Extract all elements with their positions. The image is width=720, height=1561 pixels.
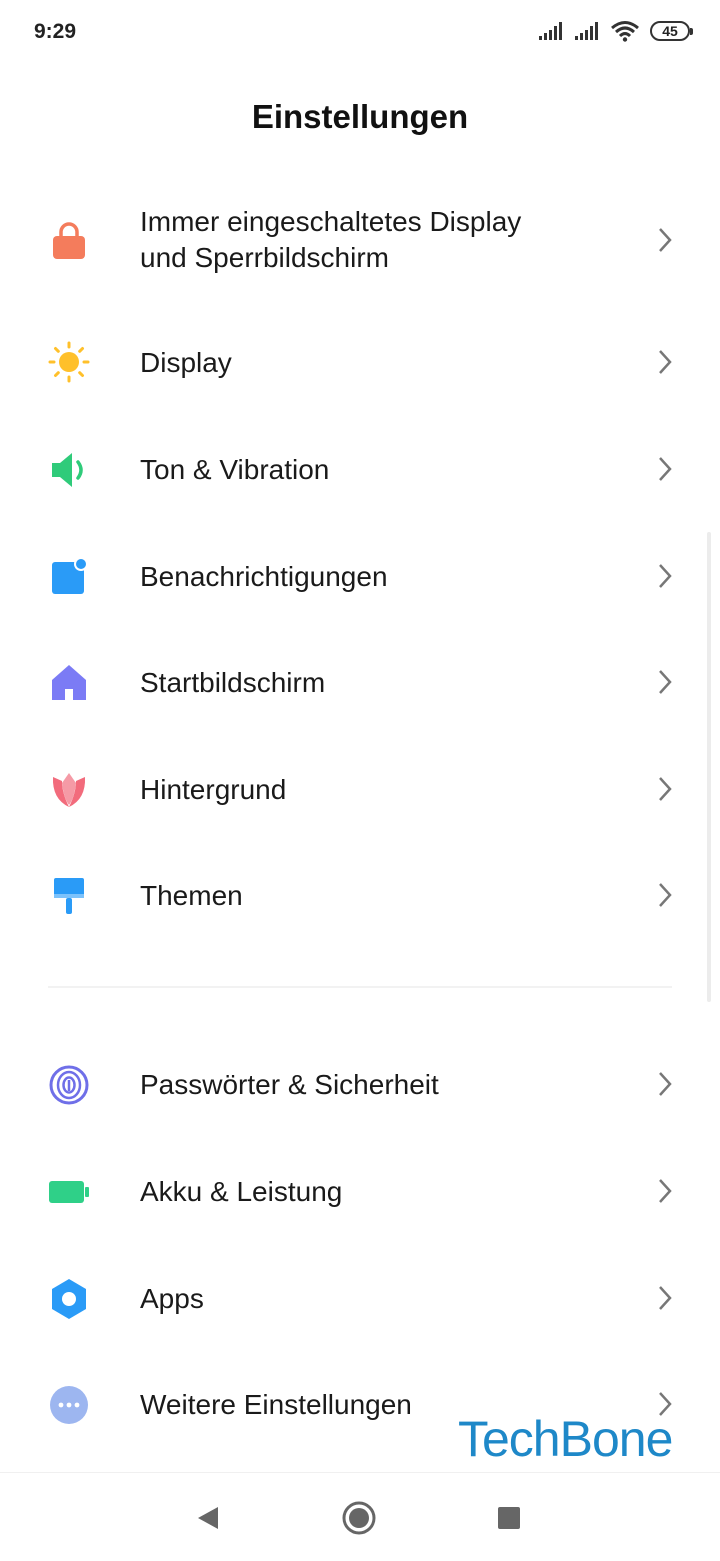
settings-item-notifications[interactable]: Benachrichtigungen xyxy=(0,524,720,624)
chevron-right-icon xyxy=(659,564,672,588)
settings-item-apps[interactable]: Apps xyxy=(0,1246,720,1346)
chevron-right-icon xyxy=(659,1072,672,1096)
settings-item-display[interactable]: Display xyxy=(0,312,720,412)
home-button-icon[interactable] xyxy=(342,1501,376,1535)
watermark-logo: TechBone xyxy=(458,1411,673,1467)
gear-icon xyxy=(52,1279,86,1319)
chevron-right-icon xyxy=(659,350,672,374)
settings-item-wallpaper[interactable]: Hintergrund xyxy=(0,737,720,837)
chevron-right-icon xyxy=(659,1286,672,1310)
chevron-right-icon xyxy=(659,1179,672,1203)
settings-item-sound[interactable]: Ton & Vibration xyxy=(0,418,720,518)
settings-item-battery[interactable]: Akku & Leistung xyxy=(0,1139,720,1239)
settings-item-label: Ton & Vibration xyxy=(140,454,330,485)
more-icon xyxy=(50,1386,88,1424)
settings-item-label: Weitere Einstellungen xyxy=(140,1389,412,1420)
settings-item-passwords-security[interactable]: Passwörter & Sicherheit xyxy=(0,1032,720,1132)
signal-icon xyxy=(539,22,562,40)
settings-item-label: Themen xyxy=(140,880,243,911)
chevron-right-icon xyxy=(659,883,672,907)
section-divider xyxy=(48,986,672,988)
settings-item-label: Display xyxy=(140,347,232,378)
speaker-icon xyxy=(52,453,83,487)
notification-icon xyxy=(52,557,88,594)
settings-item-label: Passwörter & Sicherheit xyxy=(140,1069,439,1100)
status-time: 9:29 xyxy=(34,20,77,43)
navigation-bar xyxy=(0,1472,720,1561)
status-icons: 45 xyxy=(538,20,693,42)
lock-icon xyxy=(53,222,85,259)
settings-item-themes[interactable]: Themen xyxy=(0,843,720,943)
settings-item-label-line1: Immer eingeschaltetes Display xyxy=(140,206,522,237)
signal-icon xyxy=(575,22,598,40)
settings-item-label: Apps xyxy=(140,1283,204,1314)
settings-item-label: Akku & Leistung xyxy=(140,1176,343,1207)
fingerprint-icon xyxy=(49,1065,89,1105)
chevron-right-icon xyxy=(659,457,672,481)
status-bar: 9:29 45 xyxy=(0,0,720,64)
sun-icon xyxy=(48,341,90,383)
paintbrush-icon xyxy=(54,878,84,914)
chevron-right-icon xyxy=(659,228,672,252)
home-icon xyxy=(52,665,86,700)
settings-item-label: Immer eingeschaltetes Display und Sperrb… xyxy=(140,204,521,276)
settings-item-label: Hintergrund xyxy=(140,774,287,805)
settings-item-label: Startbildschirm xyxy=(140,667,326,698)
battery-indicator: 45 xyxy=(650,21,693,41)
settings-item-always-on-display[interactable]: Immer eingeschaltetes Display und Sperrb… xyxy=(0,190,720,290)
recent-apps-icon[interactable] xyxy=(498,1507,520,1529)
battery-icon xyxy=(49,1181,89,1203)
wifi-icon xyxy=(611,21,639,42)
settings-item-label: Benachrichtigungen xyxy=(140,561,388,592)
page-title: Einstellungen xyxy=(251,98,469,135)
back-icon[interactable] xyxy=(196,1505,220,1531)
settings-item-label-line2: und Sperrbildschirm xyxy=(140,242,389,273)
scrollbar[interactable] xyxy=(707,532,711,1002)
tulip-icon xyxy=(52,773,86,807)
chevron-right-icon xyxy=(659,777,672,801)
settings-item-home-screen[interactable]: Startbildschirm xyxy=(0,630,720,730)
chevron-right-icon xyxy=(659,670,672,694)
